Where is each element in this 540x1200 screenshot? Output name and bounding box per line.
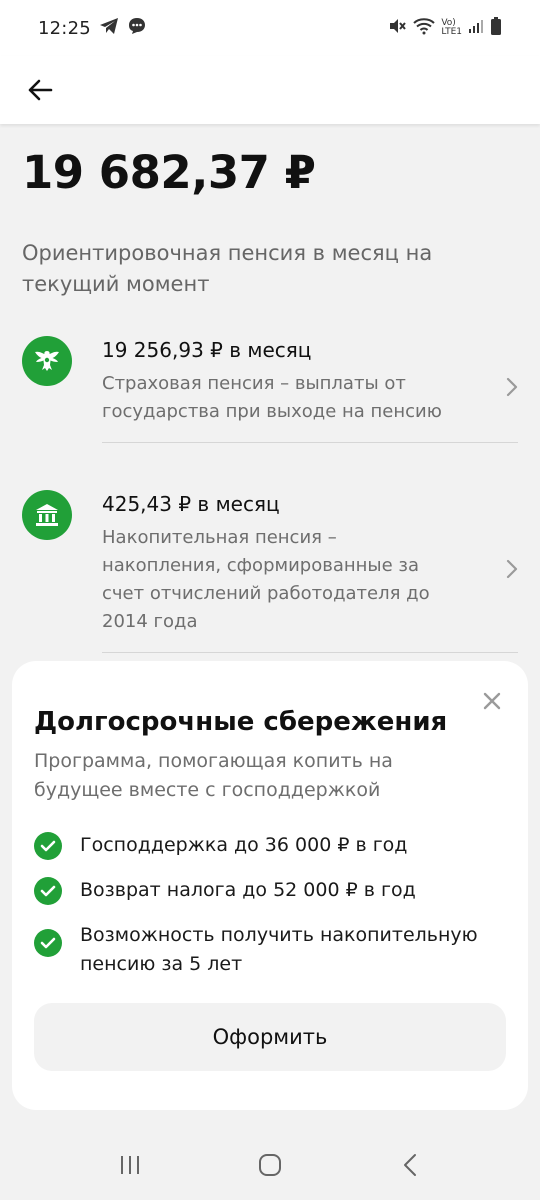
pension-item-insurance[interactable]: 19 256,93 ₽ в месяц Страховая пенсия – в…	[22, 336, 518, 443]
pension-item-funded[interactable]: 425,43 ₽ в месяц Накопительная пенсия – …	[22, 490, 518, 653]
benefit-item: Возможность получить накопительную пенси…	[34, 921, 506, 979]
wifi-icon	[413, 17, 436, 39]
check-circle-icon	[34, 929, 62, 957]
pension-item-description: Страховая пенсия – выплаты от государств…	[102, 373, 442, 422]
home-button[interactable]	[250, 1145, 290, 1185]
sheet-title: Долгосрочные сбережения	[34, 707, 448, 737]
battery-icon	[490, 17, 502, 39]
benefit-item: Возврат налога до 52 000 ₽ в год	[34, 876, 506, 905]
benefit-text: Возврат налога до 52 000 ₽ в год	[80, 879, 416, 901]
pension-item-title: 19 256,93 ₽ в месяц	[102, 338, 312, 362]
total-pension-amount: 19 682,37 ₽	[22, 146, 316, 199]
back-button[interactable]	[24, 74, 56, 106]
pension-item-description: Накопительная пенсия – накопления, сформ…	[102, 527, 430, 632]
long-term-savings-sheet: Долгосрочные сбережения Программа, помог…	[12, 661, 528, 1110]
system-nav-bar	[0, 1130, 540, 1200]
mute-icon	[387, 16, 407, 40]
home-icon	[259, 1154, 281, 1176]
close-button[interactable]	[482, 691, 502, 711]
check-circle-icon	[34, 877, 62, 905]
apply-button[interactable]: Оформить	[34, 1003, 506, 1071]
eagle-emblem-icon	[22, 336, 72, 386]
benefit-text: Господдержка до 36 000 ₽ в год	[80, 834, 408, 856]
benefit-item: Господдержка до 36 000 ₽ в год	[34, 831, 506, 860]
system-back-button[interactable]	[390, 1145, 430, 1185]
bank-building-icon	[22, 490, 72, 540]
status-time: 12:25	[38, 17, 91, 39]
status-bar: 12:25 Vo) LTE1	[0, 0, 540, 56]
total-pension-subtitle: Ориентировочная пенсия в месяц на текущи…	[22, 241, 433, 296]
pension-item-title: 425,43 ₽ в месяц	[102, 492, 280, 516]
arrow-left-icon	[28, 79, 53, 101]
close-icon	[483, 692, 501, 710]
chevron-left-icon	[404, 1154, 416, 1176]
telegram-icon	[99, 17, 119, 40]
pension-item-content: 19 256,93 ₽ в месяц Страховая пенсия – в…	[102, 336, 518, 443]
recent-apps-button[interactable]	[110, 1145, 150, 1185]
pension-item-content: 425,43 ₽ в месяц Накопительная пенсия – …	[102, 490, 518, 653]
check-circle-icon	[34, 832, 62, 860]
app-bar	[0, 56, 540, 124]
lte-label: Vo) LTE1	[441, 19, 462, 37]
benefit-list: Господдержка до 36 000 ₽ в год Возврат н…	[34, 831, 506, 979]
chevron-right-icon	[506, 559, 518, 583]
chat-bubble-icon	[127, 16, 147, 41]
sheet-subtitle: Программа, помогающая копить на будущее …	[34, 750, 393, 801]
benefit-text: Возможность получить накопительную пенси…	[80, 924, 478, 975]
lte-label-bottom: LTE1	[441, 27, 462, 37]
recent-apps-icon	[121, 1156, 139, 1174]
status-right: Vo) LTE1	[387, 16, 502, 40]
signal-icon	[468, 18, 484, 38]
status-left: 12:25	[38, 16, 147, 41]
chevron-right-icon	[506, 377, 518, 401]
